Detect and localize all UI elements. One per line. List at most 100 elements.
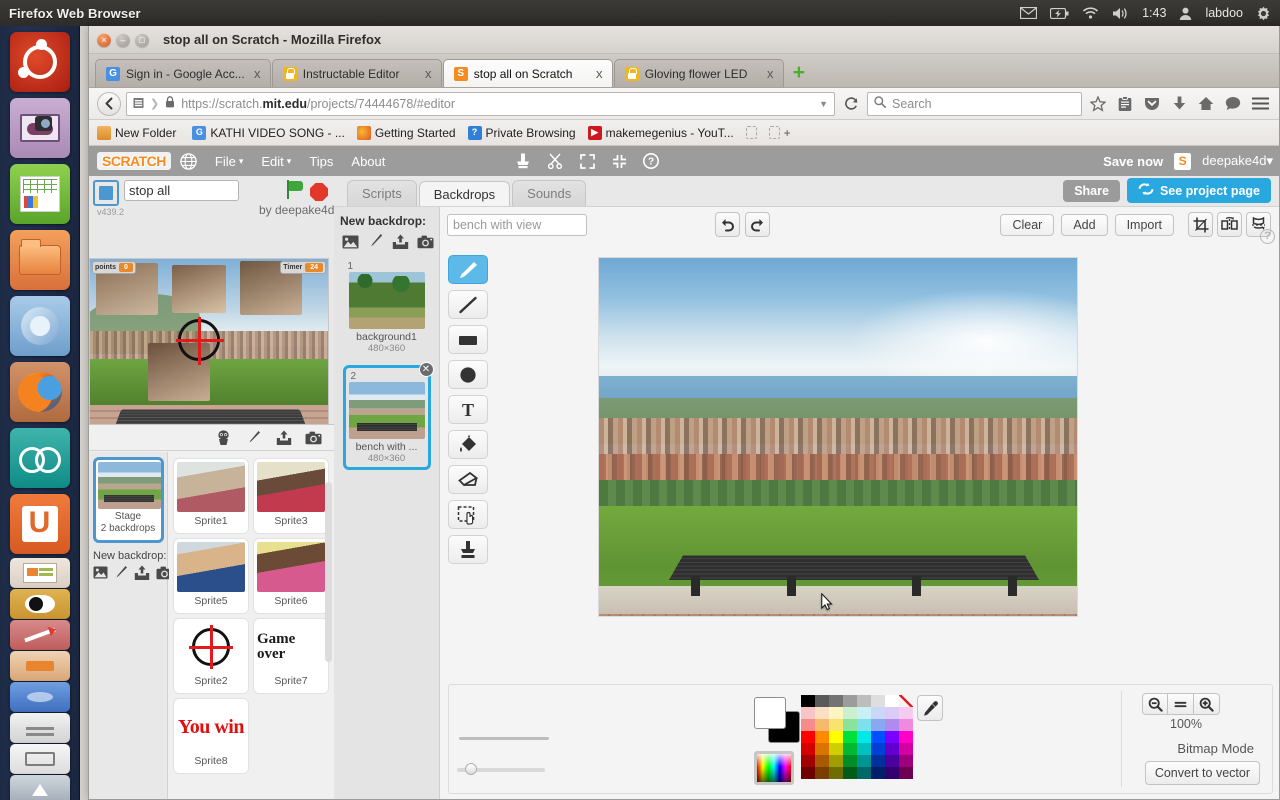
eyedropper-icon[interactable] (917, 695, 943, 721)
sprite-item-Sprite2[interactable]: Sprite2 (173, 618, 249, 694)
menu-tips[interactable]: Tips (300, 154, 342, 169)
sprite-list-scrollbar[interactable] (325, 482, 332, 662)
backdrop-name-input[interactable]: bench with view (447, 213, 587, 236)
palette-swatch-39[interactable] (899, 743, 913, 755)
palette-swatch-51[interactable] (843, 767, 857, 779)
text-tool[interactable]: T (448, 395, 488, 424)
paint-brush-icon[interactable] (367, 233, 384, 250)
sprite-item-Sprite3[interactable]: Sprite3 (253, 458, 329, 534)
battery-icon[interactable] (1050, 7, 1069, 19)
empty-bookmark-2[interactable]: + (768, 126, 791, 140)
sprite-item-Sprite5[interactable]: Sprite5 (173, 538, 249, 614)
window-maximize-button[interactable]: □ (135, 32, 149, 47)
tab-close-icon[interactable]: x (764, 67, 777, 80)
undo-icon[interactable] (715, 212, 740, 237)
palette-swatch-31[interactable] (899, 731, 913, 743)
window-close-button[interactable]: × (97, 32, 111, 47)
save-now-button[interactable]: Save now (1103, 154, 1163, 169)
palette-swatch-55[interactable] (899, 767, 913, 779)
wifi-icon[interactable] (1082, 7, 1099, 19)
downloads-icon[interactable] (1168, 93, 1190, 115)
chevron-down-icon[interactable]: ▼ (819, 99, 828, 109)
menu-file[interactable]: File ▾ (206, 154, 252, 169)
palette-swatch-33[interactable] (815, 743, 829, 755)
grow-icon[interactable] (578, 152, 596, 170)
stop-sign-icon[interactable] (310, 183, 328, 201)
palette-swatch-13[interactable] (871, 707, 885, 719)
color-spectrum-picker[interactable] (754, 751, 794, 785)
rectangle-tool[interactable] (448, 325, 488, 354)
backdrop-item-background1[interactable]: 1 background1 480×360 (343, 258, 431, 357)
palette-swatch-36[interactable] (857, 743, 871, 755)
scratch-logo[interactable]: SCRATCH (97, 152, 171, 170)
palette-swatch-46[interactable] (885, 755, 899, 767)
scissors-icon[interactable] (546, 152, 564, 170)
palette-swatch-48[interactable] (801, 767, 815, 779)
launcher-item-app-15[interactable] (9, 744, 70, 774)
palette-swatch-49[interactable] (815, 767, 829, 779)
palette-swatch-52[interactable] (857, 767, 871, 779)
palette-swatch-37[interactable] (871, 743, 885, 755)
sprite-item-Sprite7[interactable]: Game over Sprite7 (253, 618, 329, 694)
paint-brush-icon[interactable] (245, 429, 262, 446)
palette-swatch-6[interactable] (885, 695, 899, 707)
brush-size-slider[interactable] (457, 763, 545, 775)
stage-sprite-2[interactable] (172, 265, 226, 313)
zoom-reset-icon[interactable] (1168, 693, 1194, 715)
palette-swatch-24[interactable] (801, 731, 815, 743)
palette-swatch-54[interactable] (885, 767, 899, 779)
launcher-item-app-10[interactable] (9, 589, 70, 619)
palette-swatch-21[interactable] (871, 719, 885, 731)
palette-swatch-transparent[interactable] (899, 695, 913, 707)
upload-icon[interactable] (392, 233, 409, 250)
palette-swatch-14[interactable] (885, 707, 899, 719)
launcher-item-app-14[interactable] (9, 713, 70, 743)
palette-swatch-10[interactable] (829, 707, 843, 719)
palette-swatch-45[interactable] (871, 755, 885, 767)
sprite-item-Sprite8[interactable]: You win Sprite8 (173, 698, 249, 774)
select-tool[interactable] (448, 500, 488, 529)
launcher-item-app-16[interactable] (9, 775, 70, 800)
palette-swatch-8[interactable] (801, 707, 815, 719)
bookmark-getting-started[interactable]: Getting Started (356, 125, 456, 140)
palette-swatch-19[interactable] (843, 719, 857, 731)
site-identity-icon[interactable] (133, 96, 144, 112)
launcher-item-cheese-webcam[interactable] (9, 98, 70, 158)
upload-icon[interactable] (275, 429, 292, 446)
empty-bookmark-1[interactable] (745, 126, 757, 139)
palette-swatch-3[interactable] (843, 695, 857, 707)
stage-selector-cell[interactable]: Stage 2 backdrops New backdrop: (89, 452, 173, 799)
menu-about[interactable]: About (342, 154, 394, 169)
launcher-item-app-9[interactable] (9, 558, 70, 588)
stage-crosshair-sprite[interactable] (176, 317, 224, 365)
tab-close-icon[interactable]: x (422, 67, 435, 80)
launcher-item-app-12[interactable] (9, 651, 70, 681)
globe-icon[interactable] (171, 152, 206, 170)
user-avatar-icon[interactable] (1179, 7, 1192, 20)
green-flag-icon[interactable] (285, 180, 305, 200)
shrink-icon[interactable] (610, 152, 628, 170)
import-button[interactable]: Import (1114, 213, 1174, 236)
palette-swatch-5[interactable] (871, 695, 885, 707)
zoom-in-icon[interactable] (1194, 693, 1220, 715)
launcher-item-app-13[interactable] (9, 682, 70, 712)
ellipse-tool[interactable] (448, 360, 488, 389)
palette-swatch-38[interactable] (885, 743, 899, 755)
duplicate-stamp-icon[interactable] (514, 152, 532, 170)
see-project-page-button[interactable]: See project page (1126, 178, 1271, 203)
palette-swatch-2[interactable] (829, 695, 843, 707)
zoom-out-icon[interactable] (1142, 693, 1168, 715)
bookmark-private-browsing[interactable]: ? Private Browsing (467, 125, 576, 140)
palette-swatch-25[interactable] (815, 731, 829, 743)
browser-tab-1[interactable]: Instructable Editor x (271, 59, 442, 87)
slider-knob[interactable] (465, 763, 477, 775)
mail-icon[interactable] (1020, 7, 1038, 19)
launcher-item-arduino[interactable] (9, 428, 70, 488)
upload-icon[interactable] (134, 564, 150, 581)
reload-icon[interactable] (840, 93, 862, 115)
bookmark-makemegenius[interactable]: ▶ makemegenius - YouT... (587, 125, 734, 140)
paint-brush-icon[interactable] (114, 564, 128, 581)
launcher-item-ubuntu-dash[interactable] (9, 32, 70, 92)
palette-swatch-42[interactable] (829, 755, 843, 767)
scratch-account-icon[interactable]: S (1174, 152, 1192, 170)
